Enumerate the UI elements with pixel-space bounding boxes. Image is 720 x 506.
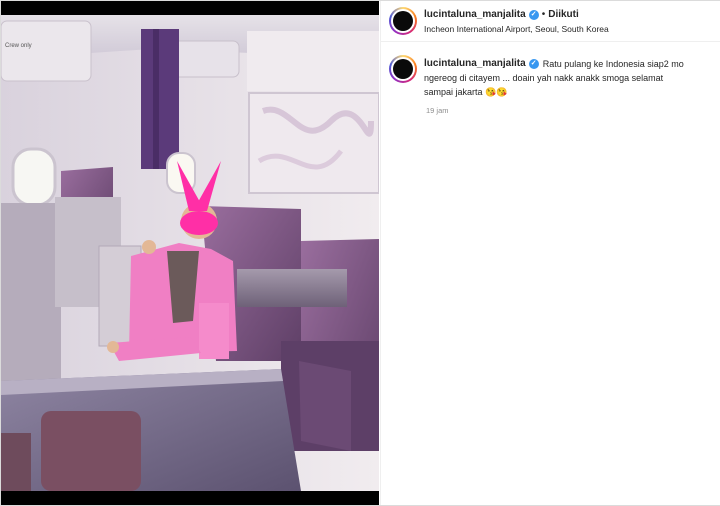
post-timestamp[interactable]: 19 jam bbox=[426, 106, 449, 115]
author-line: lucintaluna_manjalita ✓ • Diikuti bbox=[424, 9, 579, 20]
instagram-post-modal: Crew only lucintaluna_manjalita ✓ • Diik… bbox=[0, 0, 720, 506]
airplane-cabin-photo: Crew only bbox=[1, 1, 379, 505]
crew-only-sign: Crew only bbox=[5, 43, 32, 49]
verified-badge-icon: ✓ bbox=[528, 59, 539, 69]
author-avatar[interactable] bbox=[389, 7, 417, 35]
author-username[interactable]: lucintaluna_manjalita bbox=[424, 9, 526, 20]
caption-line-2: ngereog di citayem ... doain yah nakk an… bbox=[424, 73, 664, 83]
caption-emoji: 😘😘 bbox=[485, 87, 508, 97]
following-button[interactable]: Diikuti bbox=[548, 9, 579, 20]
caption-line-3: sampai jakarta bbox=[424, 87, 483, 97]
caption-username[interactable]: lucintaluna_manjalita bbox=[424, 57, 526, 71]
post-location[interactable]: Incheon International Airport, Seoul, So… bbox=[424, 24, 609, 34]
post-photo[interactable]: Crew only bbox=[1, 1, 379, 505]
caption: lucintaluna_manjalita ✓ Ratu pulang ke I… bbox=[424, 57, 714, 99]
separator-dot: • bbox=[541, 9, 546, 20]
caption-avatar[interactable] bbox=[389, 55, 417, 83]
caption-line-1: Ratu pulang ke Indonesia siap2 mo bbox=[542, 59, 684, 69]
post-sidebar: lucintaluna_manjalita ✓ • Diikuti Incheo… bbox=[380, 1, 720, 505]
verified-badge-icon: ✓ bbox=[528, 9, 539, 20]
post-header: lucintaluna_manjalita ✓ • Diikuti Incheo… bbox=[381, 1, 720, 42]
